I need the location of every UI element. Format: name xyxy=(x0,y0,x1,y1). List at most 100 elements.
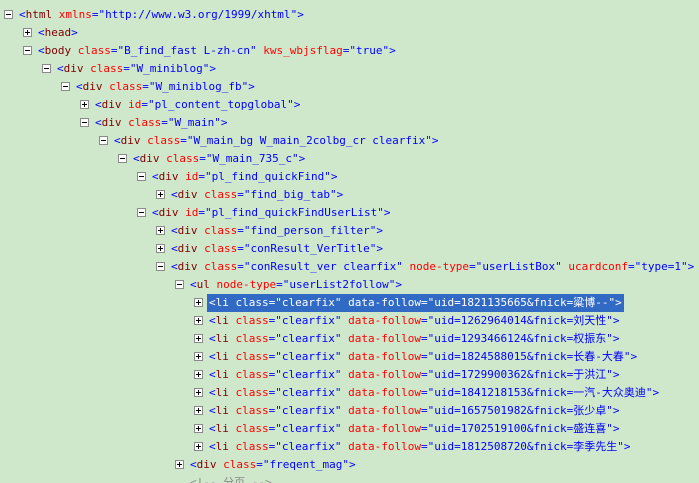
selected-tag-label[interactable]: <li class="clearfix" data-follow="uid=18… xyxy=(207,294,624,312)
attr-equals: =" xyxy=(268,350,282,363)
tag-label[interactable]: <body class="B_find_fast L-zh-cn" kws_wb… xyxy=(36,42,398,60)
expand-icon[interactable] xyxy=(194,424,203,433)
tag-label[interactable]: <div id="pl_find_quickFind"> xyxy=(150,168,339,186)
attr-equals: =" xyxy=(268,368,282,381)
tree-node[interactable]: <head> xyxy=(0,24,699,42)
expand-icon[interactable] xyxy=(80,100,89,109)
tag-close-bracket: > xyxy=(220,116,228,129)
tree-node[interactable]: <html xmlns="http://www.w3.org/1999/xhtm… xyxy=(0,6,699,24)
tree-node[interactable]: <li class="clearfix" data-follow="uid=18… xyxy=(0,438,699,456)
tag-name: div xyxy=(177,242,198,255)
expand-icon[interactable] xyxy=(156,226,165,235)
tag-label[interactable]: <li class="clearfix" data-follow="uid=12… xyxy=(207,312,622,330)
attr-equals: =" xyxy=(420,350,435,363)
collapse-icon[interactable] xyxy=(61,82,70,91)
expand-icon[interactable] xyxy=(194,442,203,451)
tree-node[interactable]: <div class="conResult_ver clearfix" node… xyxy=(0,258,699,276)
expand-icon[interactable] xyxy=(156,190,165,199)
tree-node[interactable]: <li class="clearfix" data-follow="uid=12… xyxy=(0,312,699,330)
tree-node[interactable]: <div class="conResult_VerTitle"> xyxy=(0,240,699,258)
tree-node[interactable]: <div class="W_main"> xyxy=(0,114,699,132)
tag-label[interactable]: <ul node-type="userList2follow"> xyxy=(188,276,404,294)
tag-name: body xyxy=(44,44,72,57)
tag-label[interactable]: <div class="W_miniblog_fb"> xyxy=(74,78,257,96)
collapse-icon[interactable] xyxy=(156,262,165,271)
tag-label[interactable]: <li class="clearfix" data-follow="uid=17… xyxy=(207,420,622,438)
tree-node[interactable]: <div class="W_miniblog_fb"> xyxy=(0,78,699,96)
attr-equals: =" xyxy=(276,278,290,291)
tag-label[interactable]: <div class="find_big_tab"> xyxy=(169,186,345,204)
tag-label[interactable]: <li class="clearfix" data-follow="uid=18… xyxy=(207,348,639,366)
expand-icon[interactable] xyxy=(156,244,165,253)
dom-tree-view[interactable]: <html xmlns="http://www.w3.org/1999/xhtm… xyxy=(0,0,699,483)
attr-name: data-follow xyxy=(348,404,421,417)
tree-node[interactable]: <body class="B_find_fast L-zh-cn" kws_wb… xyxy=(0,42,699,60)
tag-label[interactable]: <div class="W_main"> xyxy=(93,114,230,132)
tag-label[interactable]: <li class="clearfix" data-follow="uid=16… xyxy=(207,402,622,420)
expand-icon[interactable] xyxy=(194,352,203,361)
tree-node[interactable]: <div class="W_main_bg W_main_2colbg_cr c… xyxy=(0,132,699,150)
tree-node[interactable]: <div id="pl_find_quickFind"> xyxy=(0,168,699,186)
tag-label[interactable]: <div id="pl_content_topglobal"> xyxy=(93,96,302,114)
tag-close-bracket: > xyxy=(265,476,272,483)
tree-node[interactable]: <ul node-type="userList2follow"> xyxy=(0,276,699,294)
tag-label[interactable]: <div class="W_miniblog"> xyxy=(55,60,218,78)
tag-label[interactable]: <li class="clearfix" data-follow="uid=12… xyxy=(207,330,622,348)
tree-node[interactable]: <li class="clearfix" data-follow="uid=17… xyxy=(0,366,699,384)
tree-node[interactable]: <div class="W_miniblog"> xyxy=(0,60,699,78)
tag-label[interactable]: <li class="clearfix" data-follow="uid=17… xyxy=(207,366,622,384)
collapse-icon[interactable] xyxy=(137,172,146,181)
tag-label[interactable]: <div id="pl_find_quickFindUserList"> xyxy=(150,204,392,222)
collapse-icon[interactable] xyxy=(137,208,146,217)
tree-node[interactable]: <div id="pl_content_topglobal"> xyxy=(0,96,699,114)
collapse-icon[interactable] xyxy=(4,10,13,19)
attr-equals: =" xyxy=(268,296,282,309)
attr-name: class xyxy=(204,260,238,273)
tag-label[interactable]: <div class="W_main_bg W_main_2colbg_cr c… xyxy=(112,132,441,150)
collapse-icon[interactable] xyxy=(80,118,89,127)
tag-label[interactable]: <div class="freqent_mag"> xyxy=(188,456,358,474)
tree-node[interactable]: <div class="find_big_tab"> xyxy=(0,186,699,204)
tag-label[interactable]: <head> xyxy=(36,24,80,42)
tag-label[interactable]: <html xmlns="http://www.w3.org/1999/xhtm… xyxy=(17,6,306,24)
tree-node[interactable]: <li class="clearfix" data-follow="uid=17… xyxy=(0,420,699,438)
collapse-icon[interactable] xyxy=(118,154,127,163)
expand-icon[interactable] xyxy=(194,316,203,325)
collapse-icon[interactable] xyxy=(175,280,184,289)
tag-label[interactable]: <div class="W_main_735_c"> xyxy=(131,150,307,168)
tag-open-bracket: < xyxy=(171,260,178,273)
tree-node[interactable]: <div class="freqent_mag"> xyxy=(0,456,699,474)
collapse-icon[interactable] xyxy=(23,46,32,55)
tag-label[interactable]: <div class="find_person_filter"> xyxy=(169,222,385,240)
collapse-icon[interactable] xyxy=(42,64,51,73)
expand-icon[interactable] xyxy=(23,28,32,37)
tag-label[interactable]: <li class="clearfix" data-follow="uid=18… xyxy=(207,438,633,456)
tag-label[interactable]: <div class="conResult_VerTitle"> xyxy=(169,240,385,258)
attr-equals: =" xyxy=(268,422,282,435)
attr-equals: =" xyxy=(161,116,175,129)
tree-node[interactable]: <!-- 分页 --> xyxy=(0,474,699,483)
tree-node[interactable]: <div class="find_person_filter"> xyxy=(0,222,699,240)
tree-node[interactable]: <div class="W_main_735_c"> xyxy=(0,150,699,168)
tag-label[interactable]: <li class="clearfix" data-follow="uid=18… xyxy=(207,384,661,402)
tree-node[interactable]: <li class="clearfix" data-follow="uid=18… xyxy=(0,348,699,366)
tree-node[interactable]: <div id="pl_find_quickFindUserList"> xyxy=(0,204,699,222)
tree-node[interactable]: <li class="clearfix" data-follow="uid=18… xyxy=(0,294,699,312)
tree-node[interactable]: <li class="clearfix" data-follow="uid=18… xyxy=(0,384,699,402)
collapse-icon[interactable] xyxy=(99,136,108,145)
attr-quote: " xyxy=(291,152,299,165)
tag-label[interactable]: <div class="conResult_ver clearfix" node… xyxy=(169,258,696,276)
expand-icon[interactable] xyxy=(194,334,203,343)
tree-node[interactable]: <li class="clearfix" data-follow="uid=12… xyxy=(0,330,699,348)
expand-icon[interactable] xyxy=(175,460,184,469)
expand-icon[interactable] xyxy=(194,370,203,379)
expand-icon[interactable] xyxy=(194,388,203,397)
tag-label[interactable]: <!-- 分页 --> xyxy=(188,474,274,483)
attr-spacer xyxy=(229,404,236,417)
expand-icon[interactable] xyxy=(194,406,203,415)
tree-node[interactable]: <li class="clearfix" data-follow="uid=16… xyxy=(0,402,699,420)
tag-open-bracket: < xyxy=(171,188,178,201)
tag-close-bracket: > xyxy=(293,98,301,111)
expand-icon[interactable] xyxy=(194,298,203,307)
tag-open-bracket: < xyxy=(152,170,159,183)
